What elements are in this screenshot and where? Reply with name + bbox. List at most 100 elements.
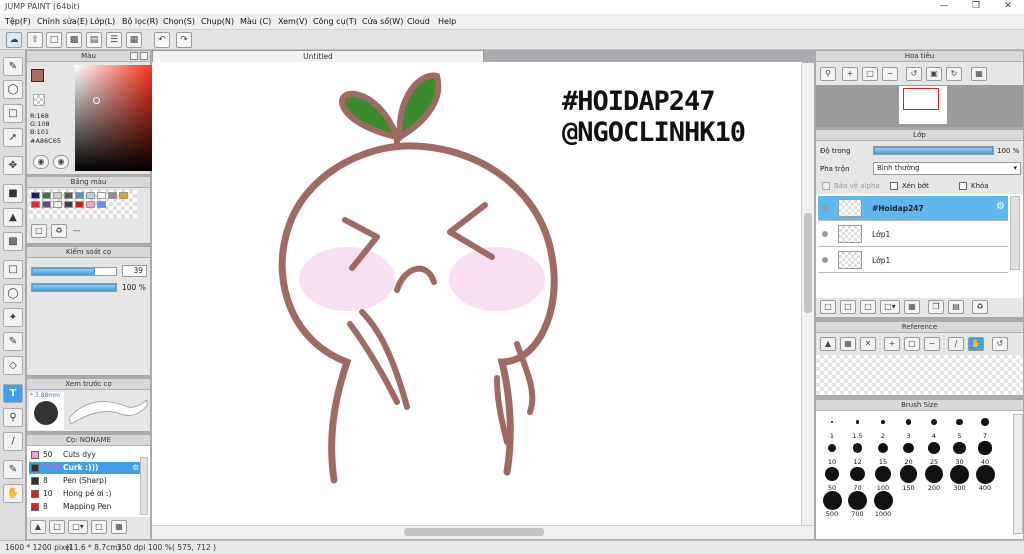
palette-swatch[interactable] <box>64 201 73 208</box>
brush-size-slider[interactable] <box>31 267 117 276</box>
ref-eyedropper-icon[interactable]: ∕ <box>948 337 964 351</box>
brush-size-cell[interactable]: 40 <box>973 438 997 466</box>
main-color-swatch[interactable] <box>31 69 44 82</box>
menu-window[interactable]: Cửa sổ(W) <box>362 17 403 26</box>
layer-add-menu-icon[interactable]: □▾ <box>880 300 900 314</box>
brush-size-cell[interactable]: 4 <box>922 412 946 440</box>
layer-folder-icon[interactable]: ▦ <box>904 300 920 314</box>
palette-swatch[interactable] <box>75 201 84 208</box>
ref-close-icon[interactable]: ✕ <box>860 337 876 351</box>
brush-new-icon[interactable]: □ <box>49 520 65 534</box>
page-icon[interactable]: ▤ <box>86 32 102 48</box>
visibility-icon[interactable] <box>822 205 828 211</box>
visibility-icon[interactable] <box>822 231 828 237</box>
grid-icon[interactable]: ▦ <box>126 32 142 48</box>
brush-size-cell[interactable]: 500 <box>820 490 844 518</box>
nav-flip-icon[interactable]: ▦ <box>971 67 987 81</box>
brush-tree-icon[interactable]: ▲ <box>30 520 46 534</box>
brush-size-cell[interactable]: 5 <box>948 412 972 440</box>
nav-zoom-icon[interactable]: ⚲ <box>820 67 836 81</box>
minimize-icon[interactable]: — <box>934 1 954 11</box>
palette-swatch[interactable] <box>42 192 51 199</box>
brush-size-cell[interactable]: 400 <box>973 464 997 492</box>
palette-swatch[interactable] <box>31 201 40 208</box>
palette-swatch[interactable] <box>86 201 95 208</box>
stamp-tool-icon[interactable]: ✎ <box>3 460 23 479</box>
hand-tool-icon[interactable]: ✋ <box>3 484 23 503</box>
menu-layer[interactable]: Lớp(L) <box>90 17 115 26</box>
drawing-canvas[interactable]: #HOIDAP247 @NGOCLINHK10 <box>152 62 802 525</box>
ref-tree-icon[interactable]: ▲ <box>820 337 836 351</box>
brush-size-cell[interactable]: 700 <box>846 490 870 518</box>
nav-zoom-out-icon[interactable]: − <box>882 67 898 81</box>
ref-zoom-out-icon[interactable]: − <box>924 337 940 351</box>
palette-swatch[interactable] <box>64 192 73 199</box>
brush-save-icon[interactable]: □ <box>91 520 107 534</box>
palette-grid[interactable] <box>29 190 137 218</box>
brush-size-cell[interactable]: 50 <box>820 464 844 492</box>
undo-icon[interactable]: ↶ <box>154 32 170 48</box>
cloud-icon[interactable]: ☁ <box>6 32 22 48</box>
pen-tool-icon[interactable]: ✎ <box>3 57 23 76</box>
layer-merge-icon[interactable]: ▤ <box>948 300 964 314</box>
brush-size-cell[interactable]: 7 <box>973 412 997 440</box>
brush-size-cell[interactable]: 3 <box>897 412 921 440</box>
visibility-icon[interactable] <box>822 257 828 263</box>
palette-swatch[interactable] <box>75 192 84 199</box>
nav-rotate-left-icon[interactable]: ↺ <box>906 67 922 81</box>
palette-swatch[interactable] <box>108 192 117 199</box>
ref-open-icon[interactable]: ▦ <box>840 337 856 351</box>
clipping-checkbox[interactable] <box>890 182 898 190</box>
color-wheel-icon[interactable]: ◉ <box>33 155 49 169</box>
lock-checkbox[interactable] <box>959 182 967 190</box>
shape-tool-icon[interactable]: □ <box>3 104 23 123</box>
canvas-horizontal-scrollbar[interactable] <box>152 525 814 539</box>
saturation-value-picker[interactable] <box>75 65 162 171</box>
brush-size-cell[interactable]: 150 <box>897 464 921 492</box>
ref-rotate-icon[interactable]: ↺ <box>992 337 1008 351</box>
lasso-tool-icon[interactable]: ◯ <box>3 284 23 303</box>
transparent-swatch[interactable] <box>33 94 45 106</box>
brush-size-value[interactable]: 39 <box>122 265 147 277</box>
menu-edit[interactable]: Chỉnh sửa(E) <box>37 17 88 26</box>
brush-size-cell[interactable]: 70 <box>846 464 870 492</box>
panel-float-icon[interactable] <box>130 52 138 60</box>
palette-swatch[interactable] <box>53 192 62 199</box>
layer-list-scrollbar[interactable] <box>1010 196 1020 270</box>
gradient-tool-icon[interactable]: ▩ <box>3 232 23 251</box>
brush-size-cell[interactable]: 1000 <box>871 490 895 518</box>
list-icon[interactable]: ☰ <box>106 32 122 48</box>
brush-item[interactable]: 50 Cuts dyy <box>29 449 141 461</box>
protect-alpha-checkbox[interactable] <box>822 182 830 190</box>
brush-item[interactable]: 8 Mapping Pen <box>29 501 141 513</box>
palette-swatch[interactable] <box>53 201 62 208</box>
select-pen-tool-icon[interactable]: ✎ <box>3 332 23 351</box>
brush-item[interactable]: 11.6 Curk :))) ⚙ <box>29 462 141 474</box>
palette-swatch[interactable] <box>97 201 106 208</box>
ref-hand-icon[interactable]: ✋ <box>968 337 984 351</box>
chat-icon[interactable]: ▩ <box>66 32 82 48</box>
layer-row[interactable]: Lớp1 <box>818 248 1008 273</box>
export-icon[interactable]: ⇧ <box>27 32 43 48</box>
menu-color[interactable]: Màu (C) <box>240 17 271 26</box>
palette-swatch[interactable] <box>86 192 95 199</box>
menu-cloud[interactable]: Cloud <box>407 17 430 26</box>
layer-row[interactable]: Lớp1 <box>818 222 1008 247</box>
nav-rotate-right-icon[interactable]: ↻ <box>946 67 962 81</box>
magnify-tool-icon[interactable]: ⚲ <box>3 408 23 427</box>
new-layer-icon[interactable]: □ <box>820 300 836 314</box>
canvas-vertical-scrollbar[interactable] <box>801 63 814 525</box>
nav-zoom-in-icon[interactable]: + <box>842 67 858 81</box>
ref-zoom-in-icon[interactable]: + <box>884 337 900 351</box>
palette-swatch[interactable] <box>97 192 106 199</box>
redo-icon[interactable]: ↷ <box>176 32 192 48</box>
layer-delete-icon[interactable]: ♻ <box>972 300 988 314</box>
move-tool-icon[interactable]: ✥ <box>3 156 23 175</box>
menu-tools[interactable]: Công cụ(T) <box>313 17 357 26</box>
palette-swatch[interactable] <box>31 192 40 199</box>
brush-item[interactable]: 10 Hong pé ơi :) <box>29 488 141 500</box>
brush-opacity-slider[interactable] <box>31 283 117 292</box>
restore-icon[interactable]: ❐ <box>966 1 986 11</box>
brush-size-cell[interactable]: 20 <box>897 438 921 466</box>
menu-help[interactable]: Help <box>438 17 456 26</box>
